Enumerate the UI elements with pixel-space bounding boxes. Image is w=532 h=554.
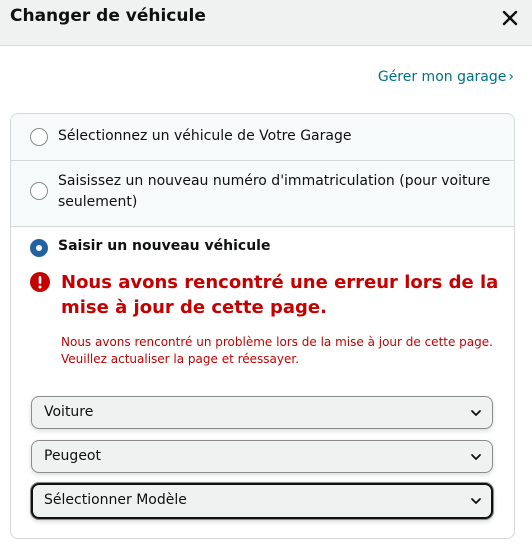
modal-title: Changer de véhicule: [10, 6, 206, 26]
chevron-down-icon: [471, 498, 481, 504]
vehicle-options-panel: Sélectionnez un véhicule de Votre Garage…: [10, 113, 515, 539]
close-button[interactable]: [498, 6, 522, 30]
chevron-down-icon: [471, 454, 481, 460]
vehicle-model-select[interactable]: Sélectionner Modèle: [31, 483, 493, 519]
option-license-plate-label: Saisissez un nouveau numéro d'immatricul…: [58, 173, 491, 210]
vehicle-type-select[interactable]: Voiture: [31, 396, 493, 429]
chevron-down-icon: [471, 410, 481, 416]
option-license-plate[interactable]: Saisissez un nouveau numéro d'immatricul…: [11, 161, 514, 227]
error-message: Nous avons rencontré un problème lors de…: [61, 335, 493, 366]
error-title: Nous avons rencontré une erreur lors de …: [61, 272, 499, 318]
vehicle-model-value: Sélectionner Modèle: [44, 492, 187, 508]
vehicle-make-value: Peugeot: [44, 448, 101, 464]
vehicle-make-select[interactable]: Peugeot: [31, 440, 493, 473]
radio-new-vehicle[interactable]: [30, 239, 48, 257]
vehicle-type-value: Voiture: [44, 404, 94, 420]
option-garage-vehicle-label: Sélectionnez un véhicule de Votre Garage: [58, 128, 352, 144]
option-garage-vehicle[interactable]: Sélectionnez un véhicule de Votre Garage: [11, 114, 514, 161]
manage-garage-link[interactable]: Gérer mon garage ›: [378, 69, 514, 85]
radio-garage-vehicle[interactable]: [30, 128, 48, 146]
manage-garage-label: Gérer mon garage: [377, 69, 507, 85]
chevron-right-icon: ›: [508, 69, 514, 85]
close-icon: [502, 10, 518, 26]
modal-header: Changer de véhicule: [0, 0, 532, 46]
error-icon: [30, 272, 50, 292]
option-new-vehicle-label: Saisir un nouveau véhicule: [58, 238, 271, 254]
radio-license-plate[interactable]: [30, 182, 48, 200]
